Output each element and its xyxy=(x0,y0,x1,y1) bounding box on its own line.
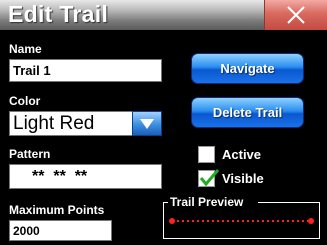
trail-preview-label: Trail Preview xyxy=(170,195,244,209)
max-points-input[interactable]: 2000 xyxy=(9,220,112,241)
max-points-label: Maximum Points xyxy=(9,203,105,217)
visible-label: Visible xyxy=(222,171,264,186)
navigate-button[interactable]: Navigate xyxy=(191,53,304,84)
color-select[interactable]: Light Red xyxy=(9,111,133,136)
name-label: Name xyxy=(9,42,42,56)
chevron-down-icon xyxy=(140,119,154,129)
title-bar: Edit Trail xyxy=(0,0,327,30)
pattern-label: Pattern xyxy=(9,147,51,161)
color-label: Color xyxy=(9,94,41,108)
delete-trail-button[interactable]: Delete Trail xyxy=(191,97,304,128)
window-title: Edit Trail xyxy=(8,1,109,27)
active-label: Active xyxy=(222,147,262,162)
close-button[interactable] xyxy=(264,0,327,30)
close-icon xyxy=(287,6,305,24)
max-points-value: 2000 xyxy=(13,224,40,238)
pattern-select[interactable]: ** ** ** xyxy=(9,164,162,189)
visible-checkbox[interactable] xyxy=(198,169,220,187)
pattern-value: ** ** ** xyxy=(32,168,88,185)
color-value: Light Red xyxy=(13,113,95,134)
name-value: Trail 1 xyxy=(13,63,51,78)
color-dropdown-button[interactable] xyxy=(132,111,162,136)
name-input[interactable]: Trail 1 xyxy=(9,59,162,82)
checkmark-icon xyxy=(199,169,220,187)
active-checkbox[interactable] xyxy=(198,146,215,163)
